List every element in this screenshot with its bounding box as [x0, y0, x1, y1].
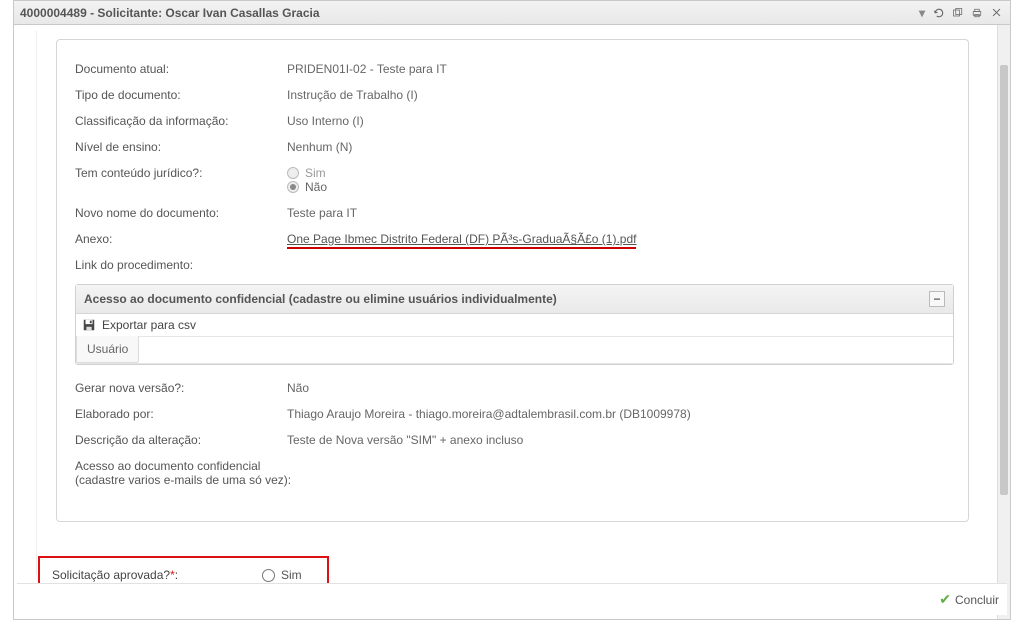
row-descricao-alteracao: Descrição da alteração: Teste de Nova ve… — [75, 427, 954, 453]
window-titlebar: 4000004489 - Solicitante: Oscar Ivan Cas… — [14, 1, 1010, 25]
label-acesso-multi: Acesso ao documento confidencial (cadast… — [75, 459, 295, 487]
label-link-procedimento: Link do procedimento: — [75, 258, 287, 272]
concluir-label: Concluir — [955, 593, 999, 607]
approval-colon: : — [175, 568, 178, 582]
value-descricao: Teste de Nova versão "SIM" + anexo inclu… — [287, 433, 523, 447]
row-acesso-multi: Acesso ao documento confidencial (cadast… — [75, 453, 954, 493]
close-icon[interactable] — [988, 5, 1004, 21]
row-elaborado-por: Elaborado por: Thiago Araujo Moreira - t… — [75, 401, 954, 427]
popout-icon[interactable] — [950, 5, 966, 21]
row-gerar-nova-versao: Gerar nova versão?: Não — [75, 375, 954, 401]
row-nivel-ensino: Nível de ensino: Nenhum (N) — [75, 134, 954, 160]
label-classificacao: Classificação da informação: — [75, 114, 287, 128]
confidential-header-text: Acesso ao documento confidencial (cadast… — [84, 292, 929, 306]
radio-label-nao: Não — [305, 180, 327, 194]
check-icon: ✔ — [939, 591, 951, 608]
col-usuario: Usuário — [76, 336, 139, 363]
footer-bar: ✔ Concluir — [17, 583, 1007, 615]
label-nivel-ensino: Nível de ensino: — [75, 140, 287, 154]
radio-sim-disabled: Sim — [287, 166, 327, 180]
collapse-button[interactable]: − — [929, 291, 945, 307]
caret-down-icon[interactable]: ▾ — [919, 6, 925, 20]
row-classificacao: Classificação da informação: Uso Interno… — [75, 108, 954, 134]
radio-icon-selected — [287, 181, 299, 193]
vertical-scrollbar[interactable] — [997, 25, 1010, 619]
radio-label-sim: Sim — [305, 166, 326, 180]
value-elaborado: Thiago Araujo Moreira - thiago.moreira@a… — [287, 407, 691, 421]
approval-label: Solicitação aprovada?*: — [52, 568, 262, 582]
radio-icon — [287, 167, 299, 179]
radio-nao-disabled: Não — [287, 180, 327, 194]
refresh-icon[interactable] — [931, 5, 947, 21]
row-novo-nome: Novo nome do documento: Teste para IT — [75, 200, 954, 226]
value-gerar-versao: Não — [287, 381, 309, 395]
label-documento-atual: Documento atual: — [75, 62, 287, 76]
row-tipo-documento: Tipo de documento: Instrução de Trabalho… — [75, 82, 954, 108]
scroll-area: Documento atual: PRIDEN01I-02 - Teste pa… — [14, 25, 997, 619]
confidential-panel-header: Acesso ao documento confidencial (cadast… — [76, 285, 953, 314]
label-gerar-versao: Gerar nova versão?: — [75, 381, 287, 395]
radio-input-sim[interactable] — [262, 569, 275, 582]
label-novo-nome: Novo nome do documento: — [75, 206, 287, 220]
export-label: Exportar para csv — [102, 318, 196, 332]
label-anexo: Anexo: — [75, 232, 287, 246]
content-area: Documento atual: PRIDEN01I-02 - Teste pa… — [14, 25, 1010, 619]
value-documento-atual: PRIDEN01I-02 - Teste para IT — [287, 62, 447, 76]
label-elaborado: Elaborado por: — [75, 407, 287, 421]
request-form-panel: Documento atual: PRIDEN01I-02 - Teste pa… — [56, 39, 969, 522]
label-descricao: Descrição da alteração: — [75, 433, 287, 447]
radio-group-juridico: Sim Não — [287, 166, 327, 194]
export-csv-button[interactable]: Exportar para csv — [76, 314, 953, 337]
radio-label-sim: Sim — [281, 568, 302, 582]
panel-edge — [36, 31, 38, 575]
value-classificacao: Uso Interno (I) — [287, 114, 364, 128]
row-anexo: Anexo: One Page Ibmec Distrito Federal (… — [75, 226, 954, 252]
confidential-access-panel: Acesso ao documento confidencial (cadast… — [75, 284, 954, 365]
label-conteudo-juridico: Tem conteúdo jurídico?: — [75, 166, 287, 194]
users-table-header: Usuário — [76, 337, 953, 364]
approval-radio-sim[interactable]: Sim — [262, 568, 303, 582]
save-icon — [82, 318, 96, 332]
value-novo-nome: Teste para IT — [287, 206, 357, 220]
row-documento-atual: Documento atual: PRIDEN01I-02 - Teste pa… — [75, 56, 954, 82]
value-nivel-ensino: Nenhum (N) — [287, 140, 352, 154]
window-title: 4000004489 - Solicitante: Oscar Ivan Cas… — [20, 6, 919, 20]
request-window: 4000004489 - Solicitante: Oscar Ivan Cas… — [13, 0, 1011, 620]
concluir-button[interactable]: ✔ Concluir — [939, 591, 999, 608]
scrollbar-thumb[interactable] — [1000, 65, 1008, 495]
print-icon[interactable] — [969, 5, 985, 21]
value-tipo-documento: Instrução de Trabalho (I) — [287, 88, 418, 102]
window-controls — [931, 5, 1004, 21]
label-tipo-documento: Tipo de documento: — [75, 88, 287, 102]
row-link-procedimento: Link do procedimento: — [75, 252, 954, 278]
approval-text: Solicitação aprovada? — [52, 568, 170, 582]
attachment-link[interactable]: One Page Ibmec Distrito Federal (DF) PÃ³… — [287, 232, 636, 249]
row-conteudo-juridico: Tem conteúdo jurídico?: Sim Não — [75, 160, 954, 200]
